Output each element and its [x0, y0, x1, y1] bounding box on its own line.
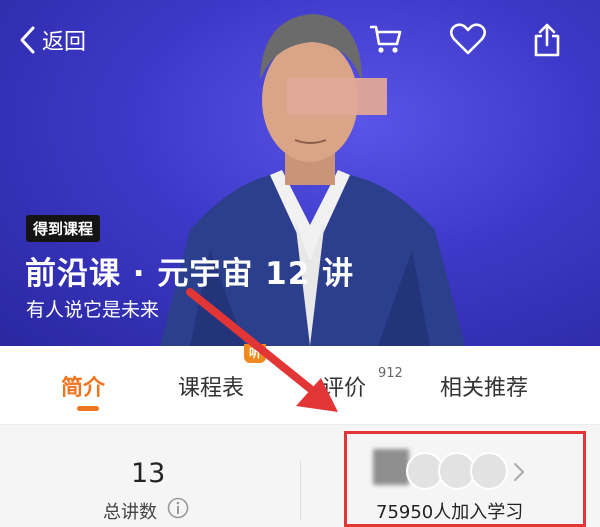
course-hero-banner: 返回 得到课程 前沿课 · 元宇宙 12 讲 有人说它是未来 [0, 0, 600, 346]
back-button[interactable]: 返回 [18, 24, 86, 56]
back-label: 返回 [42, 30, 87, 55]
chevron-left-icon [20, 26, 35, 54]
share-icon[interactable] [532, 22, 562, 58]
tab-schedule[interactable]: 课程表 [178, 370, 244, 402]
tab-intro[interactable]: 简介 [61, 370, 105, 402]
cart-icon[interactable] [368, 22, 402, 56]
tab-bar: 简介 课程表 听 评价 912 相关推荐 [0, 344, 600, 425]
lecture-count-label: 总讲数 [103, 502, 157, 523]
annotation-highlight-box [344, 431, 586, 527]
lecture-count: 13 [131, 458, 166, 489]
tab-related[interactable]: 相关推荐 [440, 370, 528, 402]
course-subtitle: 有人说它是未来 [26, 299, 160, 321]
info-icon[interactable] [167, 497, 189, 519]
stats-divider [300, 461, 301, 521]
tab-reviews[interactable]: 评价 [322, 370, 366, 402]
top-navigation-bar: 返回 [0, 0, 600, 80]
review-count-badge: 912 [378, 366, 403, 381]
course-source-badge: 得到课程 [26, 215, 101, 242]
course-title: 前沿课 · 元宇宙 12 讲 [25, 256, 355, 292]
active-tab-indicator [77, 406, 99, 411]
tab-schedule-tag: 听 [244, 344, 267, 363]
heart-icon[interactable] [450, 22, 486, 56]
